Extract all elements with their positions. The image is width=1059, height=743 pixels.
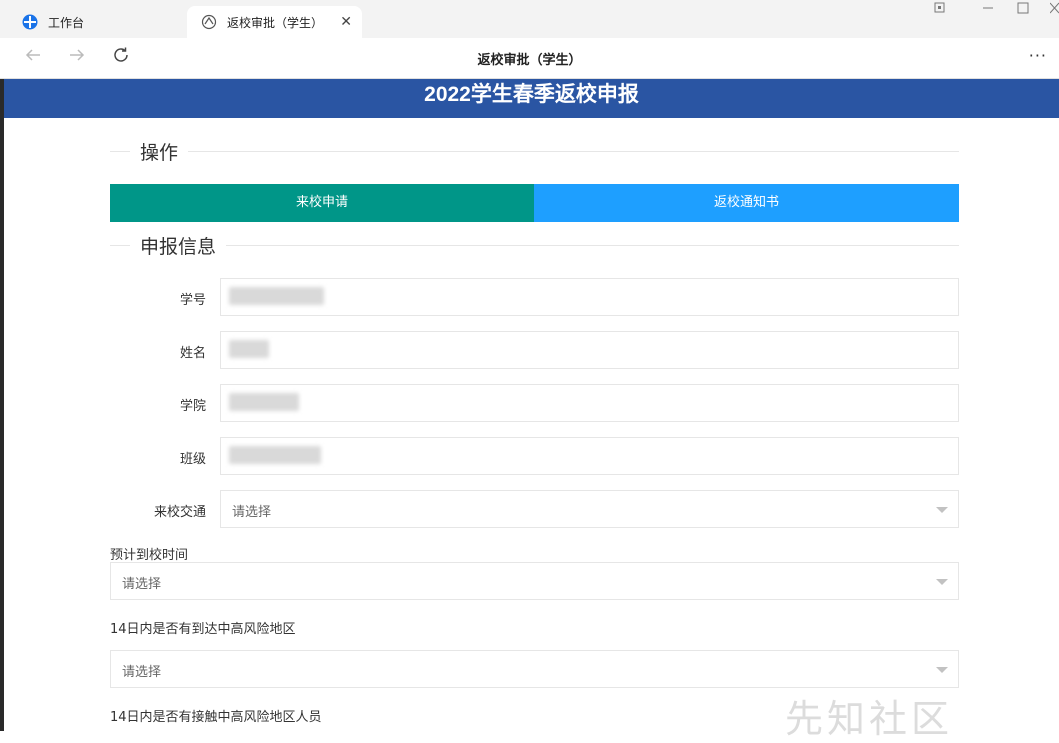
- transport-label: 来校交通: [153, 505, 206, 520]
- select-placeholder: 请选择: [232, 505, 272, 520]
- redacted-value: [229, 340, 269, 358]
- divider: [110, 245, 959, 246]
- tab-strip: 工作台 返校审批（学生） ✕: [0, 0, 1059, 38]
- more-options-icon[interactable]: ···: [1029, 46, 1047, 65]
- college-label: 学院: [179, 399, 206, 414]
- redacted-value: [229, 287, 324, 305]
- arrival-time-select[interactable]: 请选择: [110, 562, 959, 600]
- tab-label: 工作台: [48, 15, 85, 30]
- minimize-icon[interactable]: [982, 2, 994, 17]
- workbench-icon: [22, 14, 38, 30]
- maximize-icon[interactable]: [1017, 2, 1029, 17]
- college-input[interactable]: [220, 384, 959, 422]
- apply-button[interactable]: 来校申请: [110, 184, 534, 222]
- watermark: 先知社区: [785, 697, 954, 741]
- risk-contact-label: 14日内是否有接触中高风险地区人员: [110, 710, 322, 725]
- student-id-input[interactable]: [220, 278, 959, 316]
- close-window-icon[interactable]: [1049, 2, 1059, 17]
- header-banner: 2022学生春季返校申报: [4, 79, 1059, 118]
- tab-label: 返校审批（学生）: [227, 15, 324, 30]
- operations-title: 操作: [130, 138, 189, 165]
- page-title: 返校审批（学生）: [477, 53, 582, 68]
- operations-legend: 操作: [110, 138, 959, 165]
- info-title: 申报信息: [130, 232, 227, 259]
- class-input[interactable]: [220, 437, 959, 475]
- student-id-label: 学号: [179, 293, 206, 308]
- app-icon: [201, 14, 217, 30]
- tab-return-approval[interactable]: 返校审批（学生） ✕: [187, 6, 362, 38]
- transport-select[interactable]: 请选择: [220, 490, 959, 528]
- tab-workbench[interactable]: 工作台: [8, 6, 186, 38]
- redacted-value: [229, 393, 299, 411]
- dropdown-arrow-icon: [936, 507, 948, 513]
- navigation-bar: 返校审批（学生） ···: [0, 38, 1059, 79]
- window-edge: [0, 79, 4, 731]
- risk-area-visit-label: 14日内是否有到达中高风险地区: [110, 622, 296, 637]
- select-placeholder: 请选择: [122, 665, 162, 680]
- info-legend: 申报信息: [110, 232, 959, 259]
- dropdown-arrow-icon: [936, 667, 948, 673]
- select-placeholder: 请选择: [122, 577, 162, 592]
- arrival-time-label: 预计到校时间: [110, 548, 189, 563]
- divider: [110, 151, 959, 152]
- class-label: 班级: [179, 452, 206, 467]
- name-label: 姓名: [179, 346, 206, 361]
- return-notice-button[interactable]: 返校通知书: [534, 184, 959, 222]
- close-tab-icon[interactable]: ✕: [340, 14, 352, 30]
- dropdown-arrow-icon: [936, 579, 948, 585]
- redacted-value: [229, 446, 321, 464]
- name-input[interactable]: [220, 331, 959, 369]
- risk-area-visit-select[interactable]: 请选择: [110, 650, 959, 688]
- collections-icon[interactable]: [934, 2, 946, 17]
